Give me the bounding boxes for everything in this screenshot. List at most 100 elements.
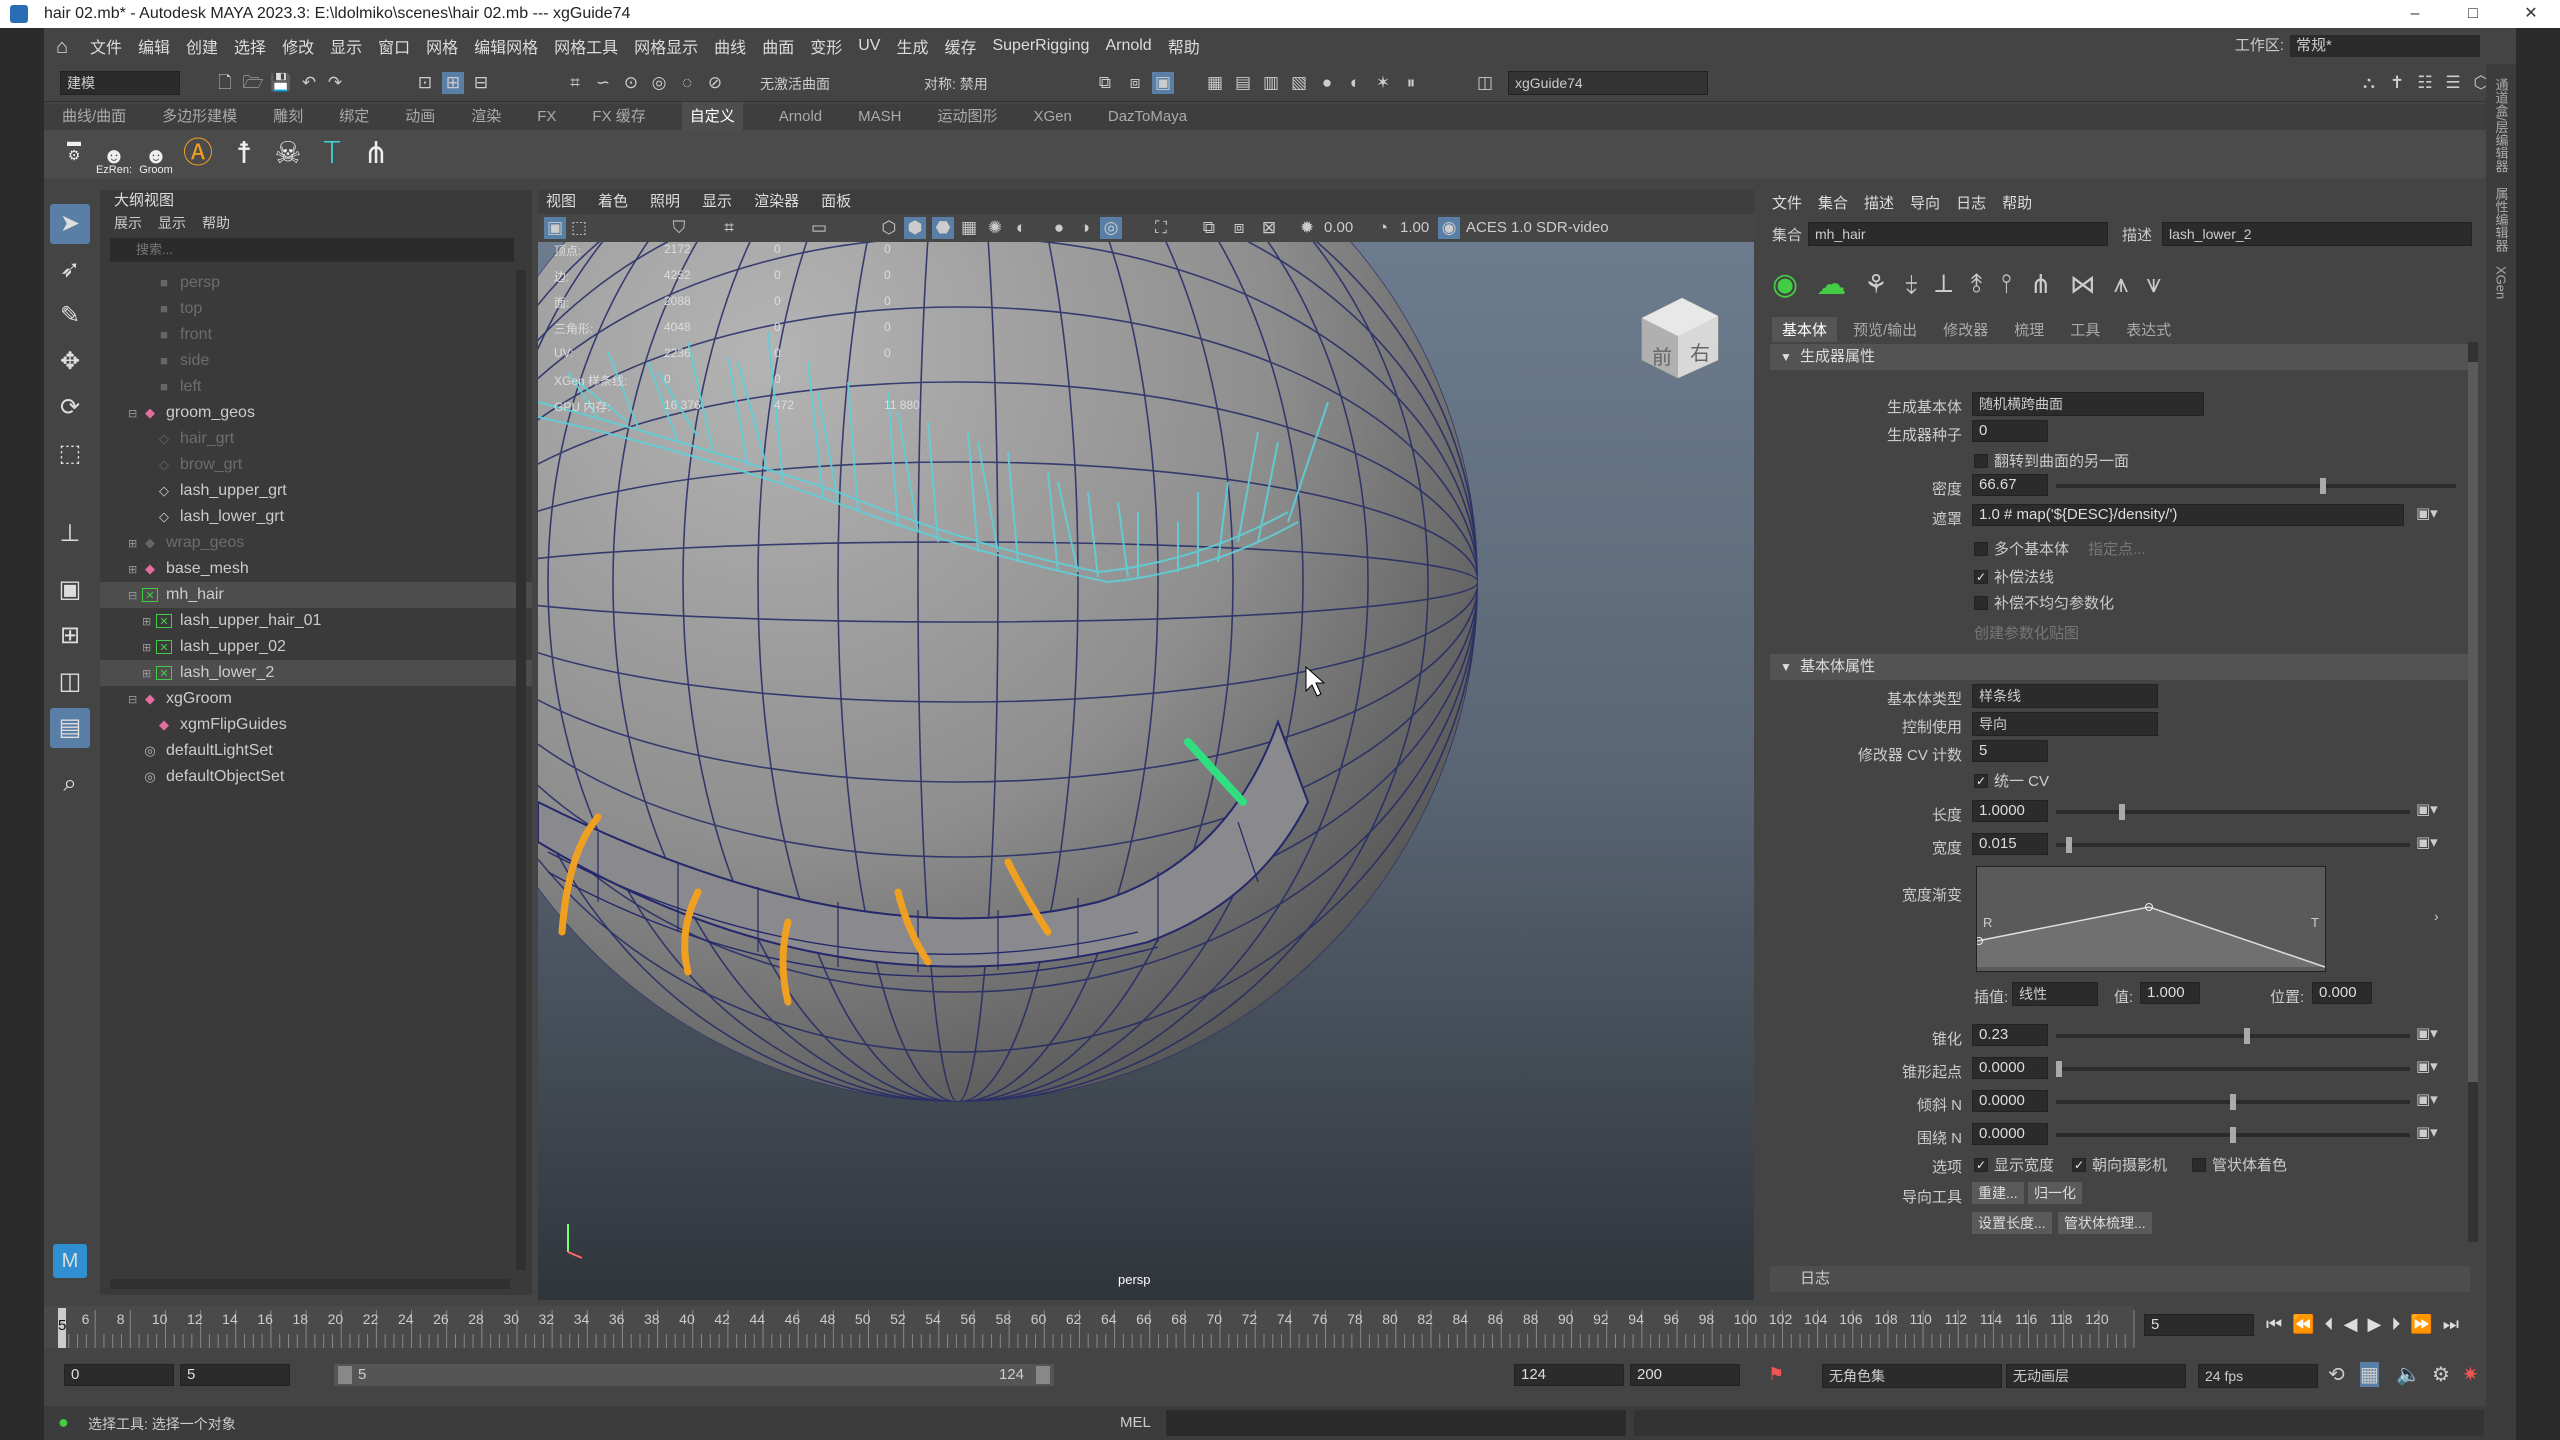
slider-thumb[interactable] [2056,1061,2062,1077]
outliner-menu-2[interactable]: 帮助 [202,213,230,233]
step-forward-key-icon[interactable]: ⏩ [2410,1314,2432,1335]
xgen-menu-0[interactable]: 文件 [1772,190,1802,218]
taper-start-slider[interactable] [2056,1061,2410,1077]
ambient-occlusion-icon[interactable]: ● [1048,217,1070,239]
right-tab-2[interactable]: XGen [2494,266,2509,299]
gamma-value[interactable]: 1.00 [1400,219,1429,236]
tilt-map-icon[interactable]: ▣▾ [2416,1090,2438,1108]
menu-12[interactable]: 曲面 [762,34,794,58]
show-manipulator-icon[interactable]: ⊥ [50,514,90,554]
outliner-item[interactable]: ⊞ ✕ lash_upper_02 [100,634,532,660]
menu-14[interactable]: UV [858,37,880,55]
workspace-selector[interactable]: 工作区: 常规* [2235,34,2480,57]
width-ramp-graph[interactable]: R T [1976,866,2326,972]
shelf-tab-9[interactable]: Arnold [779,104,822,130]
four-view-icon[interactable]: ⊞ [50,616,90,656]
outliner-item[interactable]: ■ left [100,374,532,400]
select-tool-icon[interactable]: ➤ [50,204,90,244]
primitive-section[interactable]: 基本体属性 [1770,654,2470,680]
shelf-tab-1[interactable]: 多边形建模 [162,104,237,130]
two-view-icon[interactable]: ◫ [50,662,90,702]
outliner-item[interactable]: ⊟ ✕ mh_hair [100,582,532,608]
guide-grass-icon[interactable]: ⩚ [2114,268,2129,300]
snap-surface-icon[interactable]: ◌ [676,72,698,94]
viewport-menu-4[interactable]: 渲染器 [754,190,799,214]
viewport-menu-1[interactable]: 着色 [598,190,628,214]
go-start-icon[interactable]: ⏮ [2266,1314,2282,1335]
viewport-menu-2[interactable]: 照明 [650,190,680,214]
wireframe-on-shaded-icon[interactable]: ⬣ [932,217,954,239]
menu-0[interactable]: 文件 [90,34,122,58]
move-tool-icon[interactable]: ✥ [50,342,90,382]
slider-thumb[interactable] [2230,1094,2236,1110]
step-forward-icon[interactable]: ⏵ [2391,1314,2400,1335]
character-controls-icon[interactable]: ✝ [2386,72,2408,94]
menu-3[interactable]: 选择 [234,34,266,58]
menu-18[interactable]: Arnold [1105,37,1151,55]
paint-select-icon[interactable]: ✎ [50,296,90,336]
shelf-tab-0[interactable]: 曲线/曲面 [62,104,126,130]
rebuild-button[interactable]: 重建... [1972,1182,2024,1204]
modeling-toolkit-icon[interactable]: ⛬ [2358,72,2380,94]
shelf-tab-10[interactable]: MASH [858,104,901,130]
grass-icon[interactable]: ⋔ [356,134,396,174]
outliner-item[interactable]: ■ side [100,348,532,374]
expand-icon[interactable]: ⊟ [128,407,142,420]
time-slider[interactable]: 5 6 8 10 12 14 16 18 20 22 24 26 28 30 32 34 36 38 40 42 44 4… [44,1300,2486,1354]
menu-13[interactable]: 变形 [810,34,842,58]
expand-icon[interactable]: ⊞ [142,641,156,654]
select-object-icon[interactable]: ⊞ [442,72,464,94]
attribute-editor-icon[interactable]: ☰ [2442,72,2464,94]
mask-field[interactable]: 1.0 # map('${DESC}/density/') [1972,504,2404,526]
range-start-handle[interactable] [338,1366,352,1384]
film-gate-icon[interactable]: ▭ [808,217,830,239]
command-input[interactable] [1166,1410,1626,1436]
xgen-menu-3[interactable]: 导向 [1910,190,1940,218]
width-slider[interactable] [2056,837,2410,853]
shelf-tab-13[interactable]: DazToMaya [1108,104,1187,130]
select-component-icon[interactable]: ⊟ [470,72,492,94]
menu-16[interactable]: 缓存 [944,34,976,58]
lasso-tool-icon[interactable]: ➶ [50,250,90,290]
length-field[interactable]: 1.0000 [1972,800,2048,822]
snap-point-icon[interactable]: ⊙ [620,72,642,94]
range-slider[interactable]: 5 124 [334,1364,1054,1386]
outliner-item[interactable]: ◎ defaultObjectSet [100,764,532,790]
workspace-dropdown[interactable]: 常规* [2290,35,2480,57]
tube-shade-checkbox[interactable] [2192,1158,2206,1172]
control-dropdown[interactable]: 导向 [1972,712,2158,736]
expand-icon[interactable]: ⊞ [142,615,156,628]
redo-icon[interactable]: ↷ [324,72,346,94]
taper-start-field[interactable]: 0.0000 [1972,1057,2048,1079]
save-scene-icon[interactable]: 💾 [270,72,292,94]
menu-5[interactable]: 显示 [330,34,362,58]
xray-icon[interactable]: ⧉ [1198,217,1220,239]
generator-section[interactable]: 生成器属性 [1770,344,2470,370]
unify-cv-checkbox[interactable]: ✓ [1974,774,1988,788]
outliner-hscrollbar[interactable] [110,1279,510,1289]
anim-start-field[interactable]: 0 [64,1364,174,1386]
taper-field[interactable]: 0.23 [1972,1024,2048,1046]
generator-dropdown[interactable]: 随机横跨曲面 [1972,392,2204,416]
xgen-tab-5[interactable]: 表达式 [2116,317,2181,342]
slider-thumb[interactable] [2118,804,2125,820]
guide-dense-icon[interactable]: ⋔ [2030,269,2052,300]
audio-icon[interactable]: 🔈 [2396,1362,2421,1387]
slider-thumb[interactable] [2066,837,2073,853]
auto-key-icon[interactable]: ⚑ [1768,1364,1784,1385]
playback-end-field[interactable]: 124 [1514,1364,1624,1386]
collection-cloud-icon[interactable]: ☁ [1816,267,1846,302]
around-map-icon[interactable]: ▣▾ [2416,1123,2438,1141]
render-current-icon[interactable]: ▤ [1232,72,1254,94]
outliner-item[interactable]: ■ front [100,322,532,348]
anim-end-field[interactable]: 200 [1630,1364,1740,1386]
normals-checkbox[interactable]: ✓ [1974,570,1988,584]
mask-map-icon[interactable]: ▣▾ [2416,504,2438,522]
outliner-item[interactable]: ◇ hair_grt [100,426,532,452]
t-pose-icon[interactable]: ☨ [224,134,264,174]
play-back-icon[interactable]: ◀ [2344,1314,2358,1335]
render-settings-icon[interactable]: ▧ [1288,72,1310,94]
outliner-item[interactable]: ⊟ ◆ xgGroom [100,686,532,712]
expand-icon[interactable]: ⊟ [128,693,142,706]
guide-tool-icon[interactable]: ⤈ [1906,268,1918,300]
